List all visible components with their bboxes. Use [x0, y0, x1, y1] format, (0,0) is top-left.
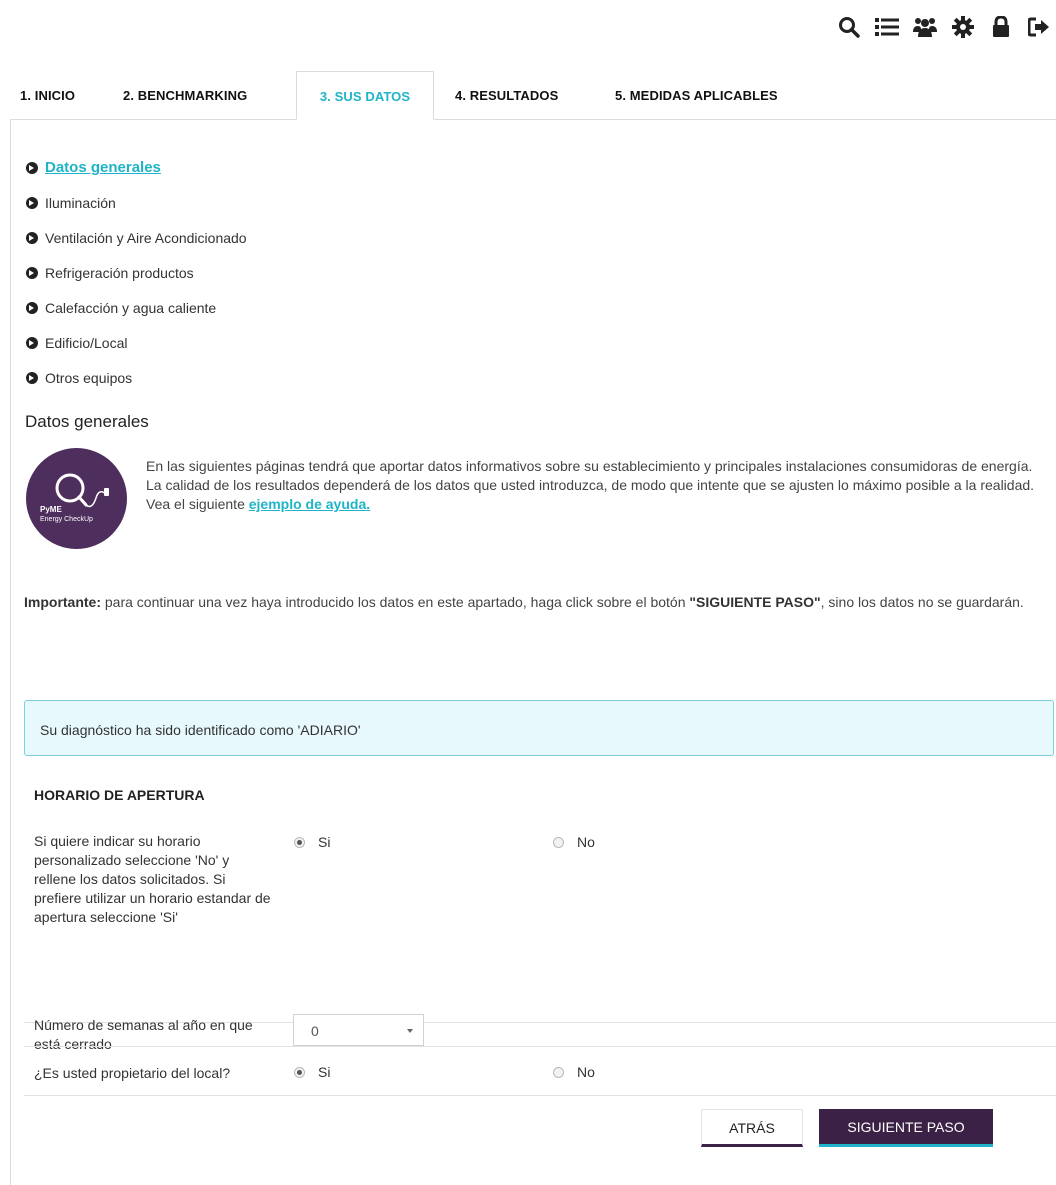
diagnostic-alert: Su diagnóstico ha sido identificado como…	[24, 700, 1054, 756]
gear-icon[interactable]	[950, 14, 976, 40]
arrow-circle-icon	[26, 301, 38, 314]
tab-resultados[interactable]: 4. RESULTADOS	[455, 71, 558, 119]
help-example-link[interactable]: ejemplo de ayuda.	[249, 496, 370, 512]
radio-empty-icon	[553, 1066, 564, 1078]
step-tabs: 1. INICIO 2. BENCHMARKING 3. SUS DATOS 4…	[10, 71, 1056, 120]
arrow-circle-icon	[26, 161, 38, 174]
section-link-refrigeracion[interactable]: Refrigeración productos	[26, 255, 247, 290]
svg-text:Energy CheckUp: Energy CheckUp	[40, 516, 93, 523]
section-link-datos-generales[interactable]: Datos generales	[26, 150, 247, 185]
closed-weeks-select[interactable]: 0	[293, 1014, 424, 1046]
chevron-down-icon	[407, 1029, 413, 1033]
intro-text: En las siguientes páginas tendrá que apo…	[146, 458, 1035, 512]
section-link-iluminacion[interactable]: Iluminación	[26, 185, 247, 220]
search-icon[interactable]	[836, 14, 862, 40]
section-nav: Datos generales Iluminación Ventilación …	[26, 150, 247, 395]
arrow-circle-icon	[26, 336, 38, 349]
radio-selected-icon	[294, 836, 305, 848]
custom-schedule-radio-si[interactable]: Si	[294, 834, 330, 850]
owner-radio-si[interactable]: Si	[294, 1064, 330, 1080]
form-row-closed-weeks: Número de semanas al año en que está cer…	[24, 1014, 1056, 1052]
custom-schedule-label: Si quiere indicar su horario personaliza…	[34, 833, 271, 925]
owner-radio-no[interactable]: No	[553, 1064, 595, 1080]
section-link-otros-equipos[interactable]: Otros equipos	[26, 360, 247, 395]
important-note: Importante: para continuar una vez haya …	[24, 594, 1024, 610]
section-link-calefaccion[interactable]: Calefacción y agua caliente	[26, 290, 247, 325]
next-step-button[interactable]: SIGUIENTE PASO	[819, 1109, 993, 1147]
section-link-edificio[interactable]: Edificio/Local	[26, 325, 247, 360]
arrow-circle-icon	[26, 231, 38, 244]
form-row-custom-schedule: Si quiere indicar su horario personaliza…	[24, 822, 1056, 1023]
tab-medidas-aplicables[interactable]: 5. MEDIDAS APLICABLES	[615, 71, 778, 119]
owner-label: ¿Es usted propietario del local?	[34, 1065, 231, 1081]
form-section-title: HORARIO DE APERTURA	[34, 787, 205, 803]
back-button[interactable]: ATRÁS	[701, 1109, 803, 1147]
svg-text:PyME: PyME	[40, 505, 62, 514]
radio-selected-icon	[294, 1066, 305, 1078]
lock-icon[interactable]	[988, 14, 1014, 40]
tab-inicio[interactable]: 1. INICIO	[20, 71, 75, 119]
top-toolbar	[836, 14, 1052, 40]
section-link-ventilacion[interactable]: Ventilación y Aire Acondicionado	[26, 220, 247, 255]
arrow-circle-icon	[26, 266, 38, 279]
arrow-circle-icon	[26, 371, 38, 384]
form-row-owner: ¿Es usted propietario del local? Si No	[24, 1046, 1056, 1096]
list-icon[interactable]	[874, 14, 900, 40]
tab-sus-datos[interactable]: 3. SUS DATOS	[296, 71, 434, 120]
logout-icon[interactable]	[1026, 14, 1052, 40]
users-icon[interactable]	[912, 14, 938, 40]
arrow-circle-icon	[26, 196, 38, 209]
custom-schedule-radio-no[interactable]: No	[553, 834, 595, 850]
tab-benchmarking[interactable]: 2. BENCHMARKING	[123, 71, 247, 119]
pyme-energy-checkup-logo: PyME Energy CheckUp	[26, 448, 127, 549]
page-title: Datos generales	[25, 412, 149, 431]
radio-empty-icon	[553, 836, 564, 848]
